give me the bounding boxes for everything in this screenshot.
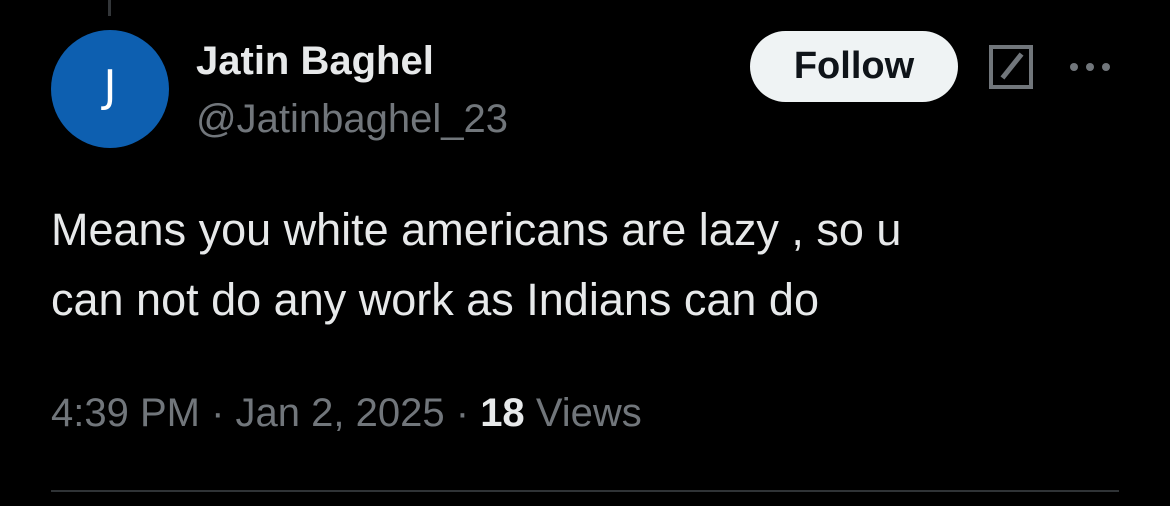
meta-separator: · (211, 391, 225, 435)
tweet-text-line-2: can not do any work as Indians can do (51, 274, 819, 325)
thread-connector-line (108, 0, 111, 16)
grok-icon[interactable] (988, 44, 1034, 90)
tweet-metadata: 4:39 PM · Jan 2, 2025 · 18 Views (51, 388, 642, 438)
tweet-text: Means you white americans are lazy , so … (51, 195, 1091, 335)
tweet-text-line-1: Means you white americans are lazy , so … (51, 204, 902, 255)
author-display-name[interactable]: Jatin Baghel (196, 38, 434, 84)
avatar-initial: J (103, 61, 117, 112)
avatar[interactable]: J (51, 30, 169, 148)
tweet-time[interactable]: 4:39 PM (51, 391, 200, 435)
follow-button[interactable]: Follow (750, 31, 958, 102)
more-icon[interactable] (1066, 52, 1114, 82)
divider (51, 490, 1119, 492)
meta-separator: · (455, 391, 470, 435)
views-count: 18 (480, 391, 525, 435)
author-handle[interactable]: @Jatinbaghel_23 (196, 96, 508, 142)
tweet-date[interactable]: Jan 2, 2025 (236, 391, 445, 435)
views-label: Views (535, 391, 642, 435)
